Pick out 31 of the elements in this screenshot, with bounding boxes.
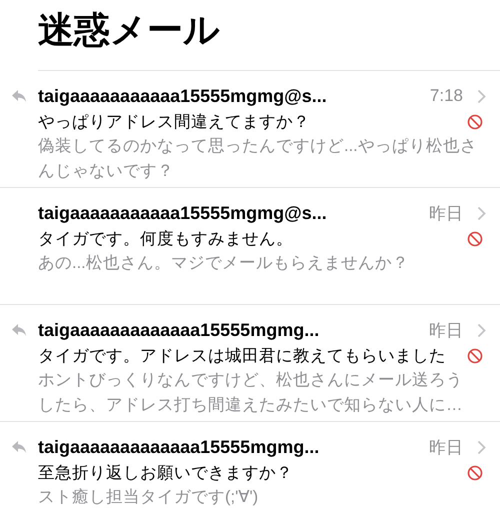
message-time: 7:18 xyxy=(430,86,463,106)
message-preview: スト癒し担当タイガです(;'∀') xyxy=(38,487,260,508)
blocked-icon xyxy=(467,114,483,130)
message-preview: したら、アドレス打ち間違えたみたいで知らない人に… xyxy=(38,395,464,416)
blocked-icon xyxy=(467,348,483,364)
sender-address: taigaaaaaaaaaaa15555mgmg@s... xyxy=(38,202,327,224)
message-row[interactable]: taigaaaaaaaaaaa15555mgmg@s... 7:18 やっぱりアドレス間違えてますか？ 偽装してるのかなって思ったんですけど...やっぱり松也さ んじゃないです？ xyxy=(0,71,500,188)
message-time: 昨日 xyxy=(429,436,463,458)
message-subject: タイガです。何度もすみません。 xyxy=(38,228,293,250)
message-preview: 偽装してるのかなって思ったんですけど...やっぱり松也さ xyxy=(38,136,478,157)
message-preview: んじゃないです？ xyxy=(38,161,175,182)
message-subject: やっぱりアドレス間違えてますか？ xyxy=(38,112,310,132)
mailbox-title: 迷惑メール xyxy=(37,8,221,52)
message-row[interactable]: taigaaaaaaaaaaa15555mgmg@s... 昨日 タイガです。何度もすみません。 あの...松也さん。マジでメールもらえませんか？ xyxy=(0,188,500,305)
chevron-icon xyxy=(477,88,486,104)
sender-address: taigaaaaaaaaaaaaa15555mgmg... xyxy=(38,436,320,458)
sender-address: taigaaaaaaaaaaa15555mgmg@s... xyxy=(38,86,327,106)
message-subject: 至急折り返しお願いできますか？ xyxy=(38,462,293,484)
message-subject: タイガです。アドレスは城田君に教えてもらいました xyxy=(38,346,446,366)
blocked-icon xyxy=(467,464,483,480)
message-time: 昨日 xyxy=(429,320,463,342)
sender-address: taigaaaaaaaaaaaaa15555mgmg... xyxy=(38,320,320,340)
message-row[interactable]: taigaaaaaaaaaaaaa15555mgmg... 昨日 至急折り返しお願いできますか？ スト癒し担当タイガです(;'∀') xyxy=(0,422,500,531)
chevron-icon xyxy=(477,206,486,220)
chevron-icon xyxy=(477,440,486,454)
message-preview: あの...松也さん。マジでメールもらえませんか？ xyxy=(38,253,410,274)
message-preview: ホントびっくりなんですけど、松也さんにメール送ろう xyxy=(38,370,464,391)
message-time: 昨日 xyxy=(429,202,463,224)
message-row[interactable]: taigaaaaaaaaaaaaa15555mgmg... 昨日 タイガです。アドレスは城田君に教えてもらいました ホントびっくりなんですけど、松也さんにメール送ろう したら、アドレス打ち間違えたみたいで知らない人に… xyxy=(0,305,500,422)
blocked-icon xyxy=(467,230,483,246)
chevron-icon xyxy=(477,322,486,338)
